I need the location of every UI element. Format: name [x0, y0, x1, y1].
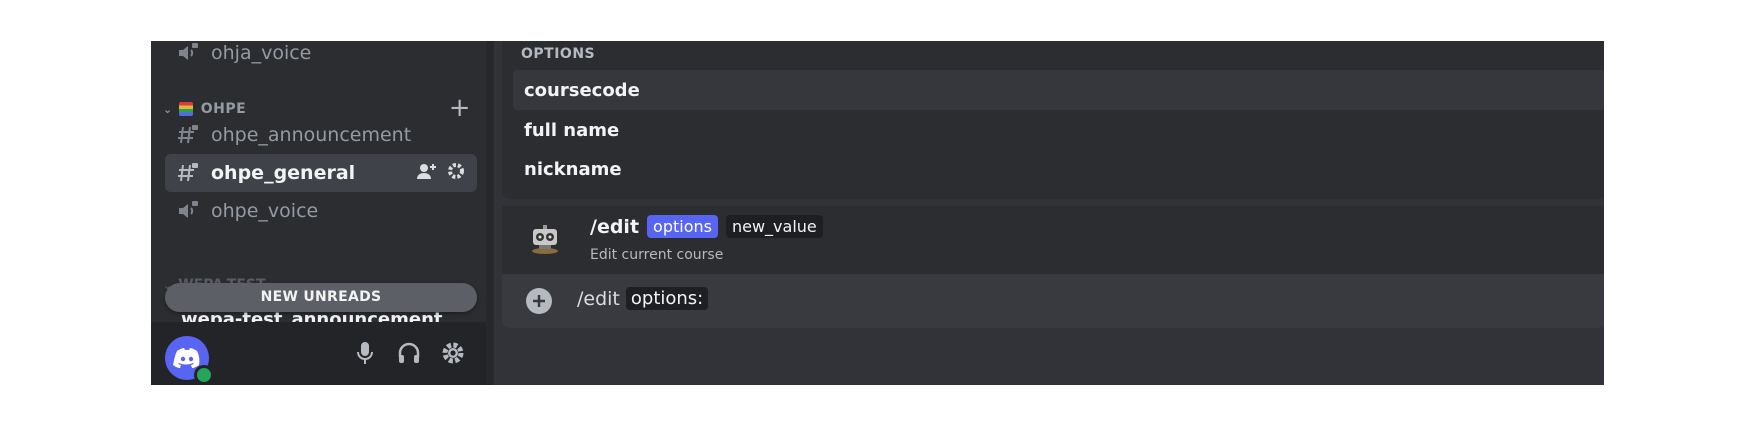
- option-item-coursecode[interactable]: coursecode: [513, 70, 1604, 110]
- headphones-icon[interactable]: [395, 339, 423, 367]
- online-status-indicator: [194, 365, 214, 385]
- command-param-new-value: new_value: [725, 215, 823, 238]
- gear-icon[interactable]: [447, 162, 465, 185]
- add-attachment-icon[interactable]: [526, 288, 552, 314]
- command-name: /edit: [590, 215, 640, 238]
- hash-lock-icon: [177, 124, 199, 146]
- chevron-down-icon: ⌄: [163, 102, 173, 116]
- books-emoji-icon: [178, 102, 193, 116]
- command-preview[interactable]: /edit options new_value Edit current cou…: [502, 206, 1604, 274]
- channel-label: ohpe_voice: [211, 200, 319, 222]
- hash-lock-icon: [177, 162, 199, 184]
- speaker-lock-icon: [177, 200, 199, 222]
- channel-sidebar: ohja_voice ⌄ OHPE + ohpe_announcement oh…: [151, 41, 486, 385]
- channel-label: ohpe_general: [211, 162, 356, 184]
- options-header: OPTIONS: [521, 46, 596, 62]
- discord-window: ohja_voice ⌄ OHPE + ohpe_announcement oh…: [151, 41, 1604, 385]
- speaker-lock-icon: [177, 42, 199, 64]
- option-item-nickname[interactable]: nickname: [513, 149, 1604, 189]
- microphone-icon[interactable]: [351, 339, 379, 367]
- channel-label: ohpe_announcement: [211, 124, 412, 146]
- input-content[interactable]: /edit options:: [577, 287, 709, 310]
- user-settings-gear-icon[interactable]: [439, 339, 467, 367]
- sidebar-divider: [486, 41, 494, 385]
- robot-bot-icon: [527, 221, 563, 257]
- command-param-options: options: [647, 215, 718, 238]
- input-param-pill: options:: [625, 287, 709, 310]
- channel-ohpe-general[interactable]: ohpe_general: [165, 154, 477, 192]
- message-input[interactable]: /edit options:: [502, 274, 1604, 328]
- channel-ohpe-announcement[interactable]: ohpe_announcement: [165, 116, 477, 154]
- option-item-full-name[interactable]: full name: [513, 110, 1604, 150]
- options-autocomplete-popup: OPTIONS coursecode full name nickname: [502, 41, 1604, 199]
- command-description: Edit current course: [590, 247, 724, 263]
- channel-ohpe-voice[interactable]: ohpe_voice: [165, 192, 477, 230]
- channel-label: ohja_voice: [211, 42, 312, 64]
- invite-people-icon[interactable]: [417, 162, 437, 185]
- channel-ohja-voice[interactable]: ohja_voice: [165, 41, 477, 72]
- discord-logo-icon: [173, 348, 200, 368]
- command-signature: /edit options new_value: [590, 215, 823, 238]
- input-command-text: /edit: [577, 287, 620, 310]
- user-panel: [151, 322, 486, 385]
- chat-area: OPTIONS coursecode full name nickname /e…: [494, 41, 1604, 385]
- new-unreads-button[interactable]: NEW UNREADS: [165, 283, 477, 312]
- category-label: OHPE: [200, 101, 247, 117]
